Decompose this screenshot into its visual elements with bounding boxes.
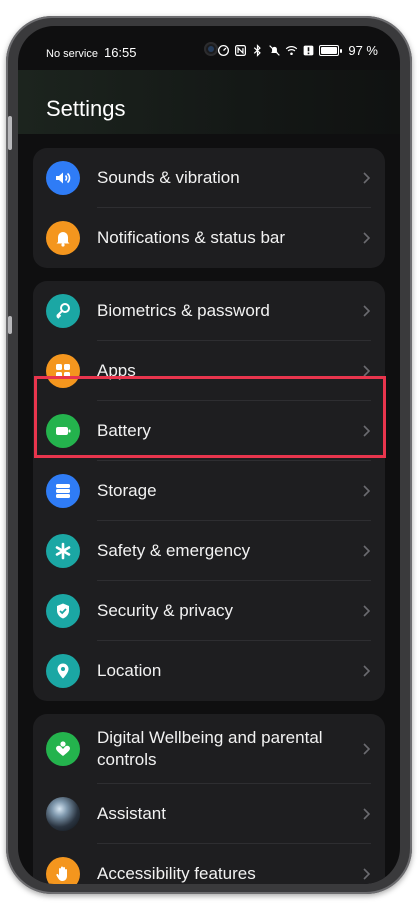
chevron-right-icon <box>363 172 371 184</box>
carrier-text: No service <box>46 48 98 60</box>
chevron-right-icon <box>363 868 371 880</box>
volume-icon <box>46 161 80 195</box>
settings-item-label: Sounds & vibration <box>97 168 240 187</box>
mute-icon <box>269 45 281 56</box>
settings-item-label: Apps <box>97 361 136 380</box>
assistant-orb-icon <box>46 797 80 831</box>
storage-icon <box>46 474 80 508</box>
settings-item-sounds-vibration[interactable]: Sounds & vibration <box>33 148 385 208</box>
chevron-right-icon <box>363 305 371 317</box>
settings-item-label: Security & privacy <box>97 601 234 620</box>
shield-icon <box>46 594 80 628</box>
apps-grid-icon <box>46 354 80 388</box>
settings-item-location[interactable]: Location <box>33 641 385 701</box>
chevron-right-icon <box>363 665 371 677</box>
chevron-right-icon <box>363 743 371 755</box>
bluetooth-icon <box>254 44 262 57</box>
settings-item-digital-wellbeing[interactable]: Digital Wellbeing and parental controls <box>33 714 385 784</box>
settings-item-battery[interactable]: Battery <box>33 401 385 461</box>
status-bar: No service 16:55 97 % <box>18 26 400 70</box>
location-pin-icon <box>46 654 80 688</box>
key-icon <box>46 294 80 328</box>
alert-icon <box>303 45 314 56</box>
side-button <box>8 316 12 334</box>
settings-item-label: Location <box>97 661 162 680</box>
bell-icon <box>46 221 80 255</box>
chevron-right-icon <box>363 605 371 617</box>
settings-item-biometrics[interactable]: Biometrics & password <box>33 281 385 341</box>
chevron-right-icon <box>363 425 371 437</box>
settings-group-2: Biometrics & password Apps Battery Stora… <box>33 281 385 701</box>
settings-group-1: Sounds & vibration Notifications & statu… <box>33 148 385 268</box>
settings-item-label: Notifications & status bar <box>97 228 286 247</box>
wellbeing-icon <box>46 732 80 766</box>
settings-item-label: Accessibility features <box>97 864 256 883</box>
chevron-right-icon <box>363 365 371 377</box>
settings-item-accessibility[interactable]: Accessibility features <box>33 844 385 884</box>
settings-item-security-privacy[interactable]: Security & privacy <box>33 581 385 641</box>
settings-item-label: Battery <box>97 421 151 440</box>
front-camera <box>204 42 218 56</box>
settings-item-storage[interactable]: Storage <box>33 461 385 521</box>
settings-item-label: Assistant <box>97 804 166 823</box>
battery-icon <box>46 414 80 448</box>
settings-item-label: Safety & emergency <box>97 541 251 560</box>
battery-percent: 97 % <box>348 43 378 58</box>
chevron-right-icon <box>363 485 371 497</box>
screen: No service 16:55 97 % Settings Sounds & … <box>18 26 400 884</box>
data-saver-icon <box>218 44 230 57</box>
volume-button <box>8 116 12 150</box>
chevron-right-icon <box>363 545 371 557</box>
wifi-icon <box>286 46 298 56</box>
settings-item-notifications[interactable]: Notifications & status bar <box>33 208 385 268</box>
phone-frame: No service 16:55 97 % Settings Sounds & … <box>6 16 412 894</box>
page-title: Settings <box>46 96 126 121</box>
settings-item-assistant[interactable]: Assistant <box>33 784 385 844</box>
settings-group-3: Digital Wellbeing and parental controls … <box>33 714 385 884</box>
battery-icon <box>319 45 343 56</box>
nfc-icon <box>235 45 247 56</box>
clock: 16:55 <box>103 45 137 60</box>
chevron-right-icon <box>363 232 371 244</box>
settings-item-safety-emergency[interactable]: Safety & emergency <box>33 521 385 581</box>
settings-item-label: Storage <box>97 481 157 500</box>
settings-item-label: Digital Wellbeing and parental controls <box>97 728 323 769</box>
hand-icon <box>46 857 80 884</box>
chevron-right-icon <box>363 808 371 820</box>
settings-item-apps[interactable]: Apps <box>33 341 385 401</box>
asterisk-icon <box>46 534 80 568</box>
settings-item-label: Biometrics & password <box>97 301 270 320</box>
